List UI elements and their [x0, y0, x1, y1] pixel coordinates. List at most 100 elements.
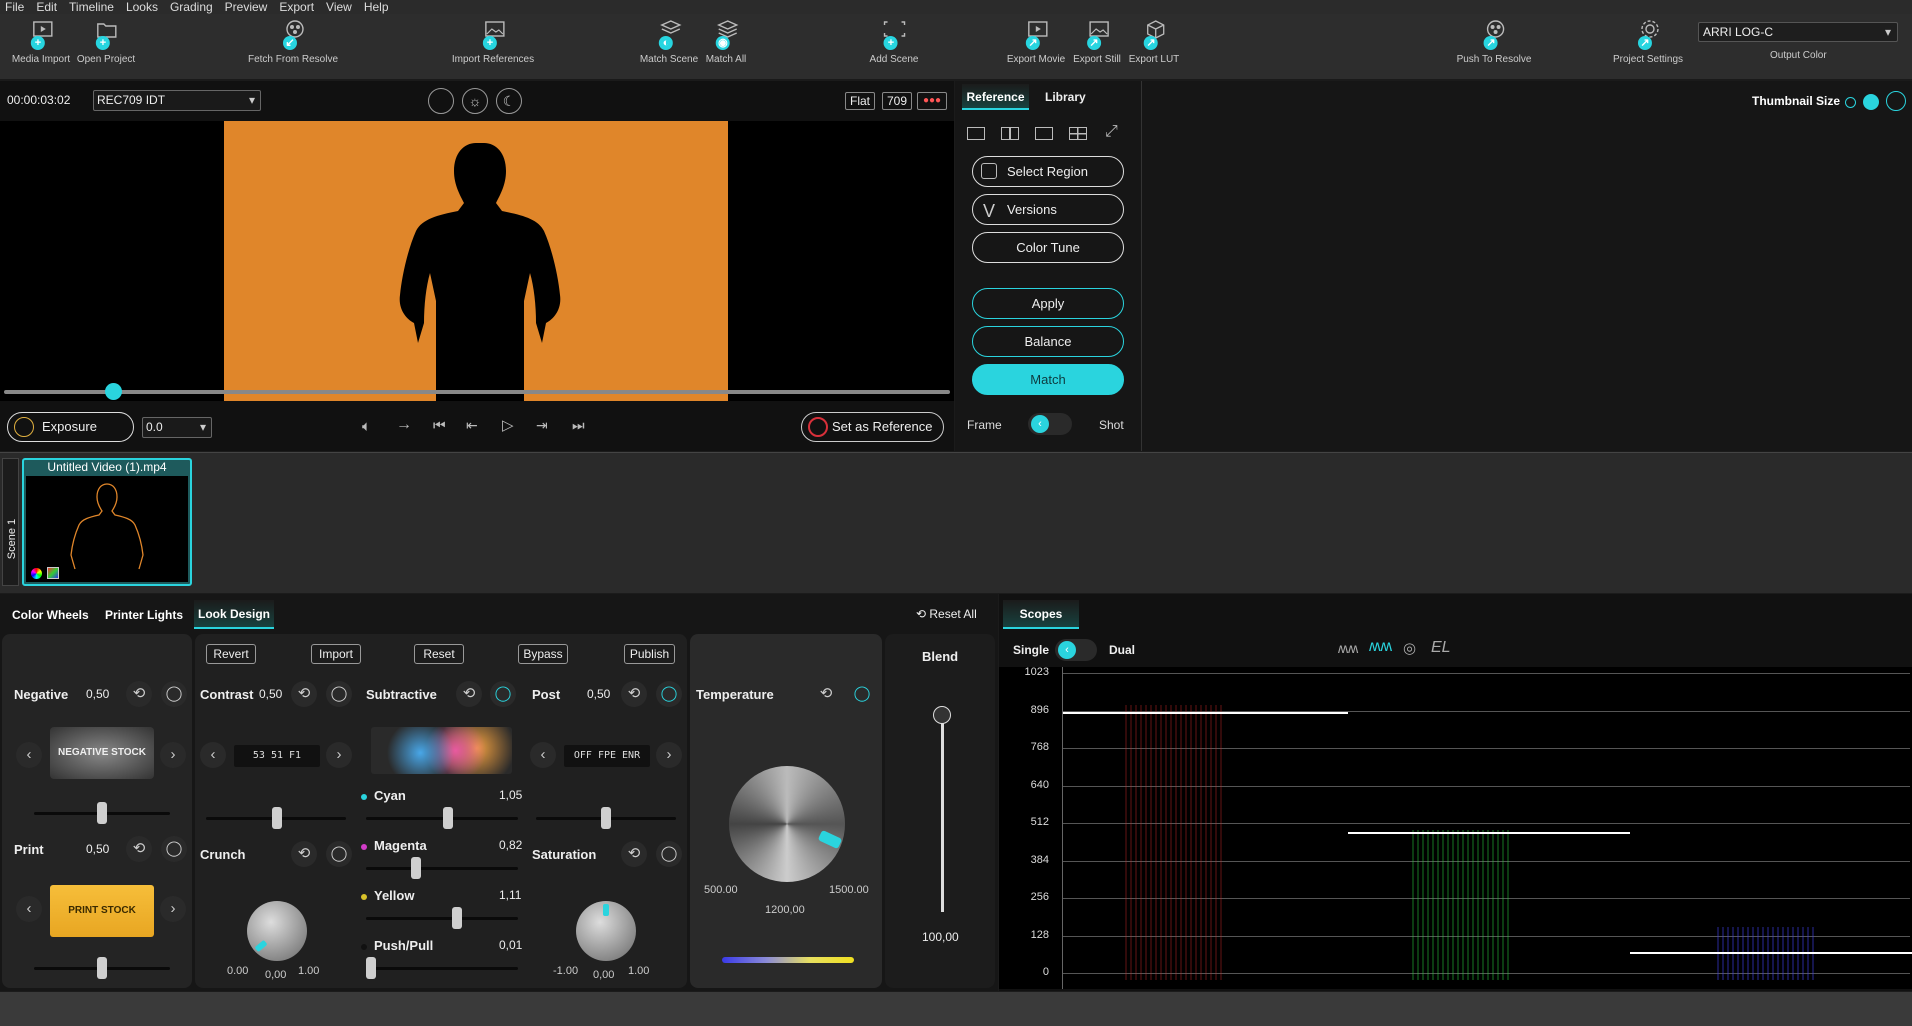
tab-color-wheels[interactable]: Color Wheels — [12, 608, 89, 622]
output-color-select[interactable]: ARRI LOG-C — [1698, 22, 1898, 42]
print-next-icon[interactable]: › — [160, 896, 186, 922]
publish-button[interactable]: Publish — [624, 644, 675, 664]
saturation-knob[interactable] — [576, 901, 636, 961]
bypass-button[interactable]: Bypass — [518, 644, 568, 664]
el-mode-label[interactable]: EL — [1431, 639, 1451, 657]
temperature-reset-icon[interactable]: ⟲ — [813, 681, 839, 707]
project-settings-button[interactable]: ↗ Project Settings — [1613, 18, 1683, 65]
temperature-knob[interactable] — [729, 766, 845, 882]
negative-stock-card[interactable]: NEGATIVE STOCK — [50, 727, 154, 779]
negative-prev-icon[interactable]: ‹ — [16, 742, 42, 768]
contrast-slider-thumb[interactable] — [272, 807, 282, 829]
subtractive-reset-icon[interactable]: ⟲ — [456, 681, 482, 707]
next-frame-icon[interactable]: ⏭︎ — [572, 417, 585, 434]
negative-slider-thumb[interactable] — [97, 802, 107, 824]
post-slider-thumb[interactable] — [601, 807, 611, 829]
clip-thumbnail[interactable]: Untitled Video (1).mp4 — [22, 458, 192, 586]
menu-help[interactable]: Help — [359, 0, 396, 14]
pushpull-slider-thumb[interactable] — [366, 957, 376, 979]
subtractive-power-icon[interactable]: ◯ — [490, 681, 516, 707]
revert-button[interactable]: Revert — [206, 644, 256, 664]
match-all-button[interactable]: ◉ Match All — [706, 18, 746, 65]
reset-button[interactable]: Reset — [414, 644, 464, 664]
export-still-button[interactable]: ↗ Export Still — [1073, 18, 1121, 65]
pushpull-slider[interactable] — [366, 967, 518, 970]
moon-icon[interactable]: ☾ — [496, 88, 522, 114]
post-next-icon[interactable]: › — [656, 742, 682, 768]
contrast-prev-icon[interactable]: ‹ — [200, 742, 226, 768]
print-reset-icon[interactable]: ⟲ — [126, 836, 152, 862]
color-tune-button[interactable]: Color Tune — [972, 232, 1124, 263]
single-dual-toggle[interactable]: ‹ — [1055, 639, 1097, 661]
push-to-resolve-button[interactable]: ↗ Push To Resolve — [1457, 18, 1531, 65]
thumbnail-small-button[interactable] — [1845, 97, 1856, 108]
menu-export[interactable]: Export — [274, 0, 321, 14]
cyan-slider[interactable] — [366, 817, 518, 820]
exposure-button[interactable]: Exposure — [7, 412, 134, 442]
match-scene-button[interactable]: ◐ Match Scene — [640, 18, 698, 65]
crunch-knob[interactable] — [247, 901, 307, 961]
idt-select[interactable]: REC709 IDT — [93, 90, 261, 111]
contrast-reset-icon[interactable]: ⟲ — [291, 681, 317, 707]
scene-tab[interactable]: Scene 1 — [2, 458, 19, 586]
negative-power-icon[interactable]: ◯ — [161, 681, 187, 707]
print-power-icon[interactable]: ◯ — [161, 836, 187, 862]
tab-printer-lights[interactable]: Printer Lights — [105, 608, 183, 622]
play-icon[interactable]: ▷ — [502, 416, 514, 434]
sun-icon[interactable]: ☼ — [462, 88, 488, 114]
apply-button[interactable]: Apply — [972, 288, 1124, 319]
blend-slider-thumb[interactable] — [933, 706, 951, 724]
waveform-icon[interactable]: ʍʍ — [1338, 640, 1358, 656]
to-start-icon[interactable]: ⇤ — [466, 417, 478, 434]
contrast-power-icon[interactable]: ◯ — [326, 681, 352, 707]
saturation-reset-icon[interactable]: ⟲ — [621, 841, 647, 867]
menu-file[interactable]: File — [0, 0, 31, 14]
menu-looks[interactable]: Looks — [121, 0, 165, 14]
select-region-button[interactable]: Select Region — [972, 156, 1124, 187]
overlay-view-icon[interactable] — [1035, 127, 1053, 140]
fetch-from-resolve-button[interactable]: ↙ Fetch From Resolve — [248, 18, 338, 65]
print-prev-icon[interactable]: ‹ — [16, 896, 42, 922]
magenta-slider-thumb[interactable] — [411, 857, 421, 879]
loop-arrow-icon[interactable]: → — [396, 416, 412, 434]
print-stock-card[interactable]: PRINT STOCK — [50, 885, 154, 937]
menu-preview[interactable]: Preview — [220, 0, 275, 14]
menu-view[interactable]: View — [321, 0, 359, 14]
tab-library[interactable]: Library — [1045, 84, 1086, 110]
cyan-slider-thumb[interactable] — [443, 807, 453, 829]
export-lut-button[interactable]: ↗ Export LUT — [1129, 18, 1179, 65]
add-scene-button[interactable]: + Add Scene — [870, 18, 918, 65]
post-reset-icon[interactable]: ⟲ — [621, 681, 647, 707]
crunch-reset-icon[interactable]: ⟲ — [291, 841, 317, 867]
to-end-icon[interactable]: ⇥ — [536, 417, 548, 434]
menu-grading[interactable]: Grading — [165, 0, 220, 14]
reset-all-button[interactable]: ⟲ Reset All — [916, 607, 977, 621]
contrast-next-icon[interactable]: › — [326, 742, 352, 768]
menu-timeline[interactable]: Timeline — [64, 0, 121, 14]
frame-shot-toggle[interactable]: ‹ — [1028, 413, 1072, 435]
yellow-slider[interactable] — [366, 917, 518, 920]
single-view-icon[interactable] — [967, 127, 985, 140]
prev-frame-icon[interactable]: ⏮︎ — [433, 417, 446, 434]
blend-slider[interactable] — [941, 716, 944, 912]
balance-button[interactable]: Balance — [972, 326, 1124, 357]
import-references-button[interactable]: + Import References — [452, 18, 534, 65]
rec709-toggle[interactable]: 709 — [882, 92, 913, 110]
media-import-button[interactable]: + Media Import — [12, 18, 70, 65]
import-button[interactable]: Import — [311, 644, 361, 664]
circle-mode-icon[interactable] — [428, 88, 454, 114]
post-prev-icon[interactable]: ‹ — [530, 742, 556, 768]
set-as-reference-button[interactable]: Set as Reference — [801, 412, 944, 442]
match-button[interactable]: Match — [972, 364, 1124, 395]
thumbnail-medium-button[interactable] — [1863, 94, 1879, 110]
negative-reset-icon[interactable]: ⟲ — [126, 681, 152, 707]
export-movie-button[interactable]: ↗ Export Movie — [1007, 18, 1065, 65]
open-project-button[interactable]: + Open Project — [77, 18, 135, 65]
yellow-slider-thumb[interactable] — [452, 907, 462, 929]
grid-view-icon[interactable] — [1069, 127, 1087, 140]
tab-look-design[interactable]: Look Design — [194, 600, 274, 629]
volume-icon[interactable]: 🔈︎ — [362, 418, 371, 435]
color-channels-icon[interactable]: ●●● — [917, 92, 947, 110]
tab-scopes[interactable]: Scopes — [1003, 600, 1079, 629]
exposure-value-select[interactable]: 0.0 — [142, 417, 212, 438]
